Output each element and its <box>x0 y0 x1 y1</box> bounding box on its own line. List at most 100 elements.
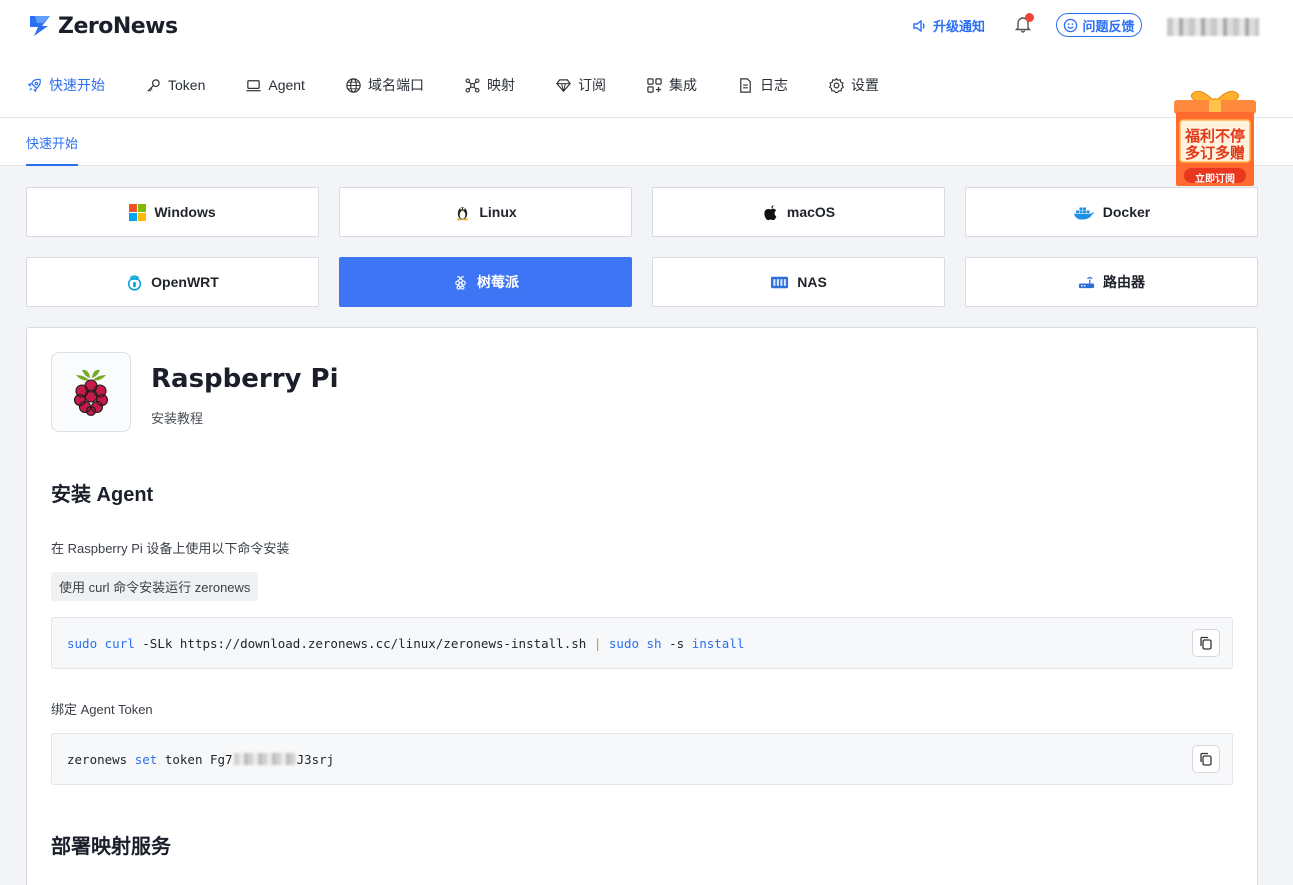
code-token: sudo <box>608 635 639 651</box>
app-logo[interactable]: ZeroNews <box>26 12 178 40</box>
nav-item-settings[interactable]: 设置 <box>828 75 879 95</box>
raspberry-icon <box>455 275 466 290</box>
platform-macos-button[interactable]: macOS <box>652 187 945 237</box>
platform-raspberry-pi-button[interactable]: 树莓派 <box>339 257 632 307</box>
app-name: ZeroNews <box>58 13 178 39</box>
top-header: ZeroNews 升级通知 问题反馈 快速开始 Token Agent 域名端口… <box>0 0 1293 118</box>
apple-icon <box>764 204 777 220</box>
platform-linux-button[interactable]: Linux <box>339 187 632 237</box>
raspberry-pi-logo-icon <box>73 369 109 417</box>
install-command-block: sudo curl -SLk https://download.zeronews… <box>51 617 1233 669</box>
copy-token-command-button[interactable] <box>1192 745 1220 773</box>
platform-label: Windows <box>154 204 216 220</box>
install-method-tag: 使用 curl 命令安装运行 zeronews <box>51 572 259 601</box>
nav-item-token[interactable]: Token <box>145 77 205 94</box>
sub-tab-bar: 快速开始 <box>0 118 1293 166</box>
windows-icon <box>129 203 147 221</box>
upgrade-label: 升级通知 <box>933 19 986 34</box>
copy-install-command-button[interactable] <box>1192 629 1220 657</box>
platform-router-button[interactable]: 路由器 <box>965 257 1258 307</box>
platform-label: NAS <box>797 274 827 290</box>
nav-label: Agent <box>268 77 305 93</box>
tux-icon <box>457 206 469 220</box>
nav-label: 快速开始 <box>49 77 105 93</box>
main-nav: 快速开始 Token Agent 域名端口 映射 订阅 集成 日志 设置 <box>26 74 919 96</box>
smile-icon <box>1064 18 1078 32</box>
platform-label: macOS <box>786 204 836 220</box>
nav-item-mapping[interactable]: 映射 <box>464 75 515 95</box>
nav-item-quickstart[interactable]: 快速开始 <box>26 75 105 95</box>
nav-label: 设置 <box>850 77 879 93</box>
platform-label: OpenWRT <box>151 274 219 290</box>
page-title: Raspberry Pi <box>151 364 339 394</box>
platform-label: Docker <box>1102 204 1151 220</box>
promo-cta[interactable]: 立即订阅 <box>1184 170 1246 185</box>
globe-icon <box>346 77 361 93</box>
gear-icon <box>828 77 845 93</box>
nav-item-domain-port[interactable]: 域名端口 <box>345 75 424 95</box>
apps-icon <box>647 77 662 93</box>
diamond-icon <box>556 78 571 92</box>
copy-icon <box>1200 752 1212 766</box>
code-token: sh <box>646 635 662 651</box>
router-icon <box>1078 276 1095 288</box>
platform-label: Linux <box>479 204 517 220</box>
code-token: curl <box>104 635 135 651</box>
feedback-label: 问题反馈 <box>1082 18 1135 34</box>
key-icon <box>147 78 160 92</box>
network-icon <box>465 78 480 92</box>
nav-label: 日志 <box>759 77 788 93</box>
docker-icon <box>1073 207 1094 219</box>
nas-icon <box>771 276 789 288</box>
install-guide-card: Raspberry Pi 安装教程 安装 Agent 在 Raspberry P… <box>26 327 1258 885</box>
tab-quickstart[interactable]: 快速开始 <box>26 118 79 166</box>
token-command-block: zeronews set token Fg7 J3srj <box>51 733 1233 785</box>
copy-icon <box>1200 636 1212 650</box>
nav-label: 订阅 <box>577 77 606 93</box>
nav-item-integration[interactable]: 集成 <box>646 75 697 95</box>
platform-label: 树莓派 <box>477 274 519 290</box>
platform-windows-button[interactable]: Windows <box>26 187 319 237</box>
platform-openwrt-button[interactable]: OpenWRT <box>26 257 319 307</box>
code-token: -SLk https://download.zeronews.cc/linux/… <box>134 635 594 651</box>
nav-item-agent[interactable]: Agent <box>245 77 305 94</box>
notification-dot <box>1025 13 1034 22</box>
rocket-icon <box>27 78 41 92</box>
zeronews-logo-icon <box>30 16 50 36</box>
feedback-button[interactable]: 问题反馈 <box>1056 13 1142 37</box>
nav-item-logs[interactable]: 日志 <box>737 75 788 95</box>
laptop-icon <box>246 79 261 91</box>
user-name-redacted[interactable] <box>1167 18 1259 36</box>
speaker-icon <box>913 19 925 32</box>
promo-gift-badge[interactable]: 福利不停 多订多赠 立即订阅 <box>1170 84 1260 188</box>
section-deploy-mapping-title: 部署映射服务 <box>51 836 171 858</box>
openwrt-icon <box>128 274 142 291</box>
code-token: set <box>134 751 158 767</box>
platform-nas-button[interactable]: NAS <box>652 257 945 307</box>
code-token: J3srj <box>296 751 335 767</box>
nav-label: 映射 <box>486 77 515 93</box>
nav-item-subscription[interactable]: 订阅 <box>555 75 606 95</box>
promo-line2: 多订多赠 <box>1184 145 1245 162</box>
section-install-agent-title: 安装 Agent <box>51 484 154 506</box>
platform-label: 路由器 <box>1103 274 1145 290</box>
code-token: token Fg7 <box>157 751 233 767</box>
code-token: | <box>593 635 602 651</box>
document-icon <box>740 77 751 93</box>
token-redacted <box>233 753 296 765</box>
nav-label: 集成 <box>668 77 697 93</box>
page-subtitle: 安装教程 <box>151 411 204 426</box>
upgrade-notice-link[interactable]: 升级通知 <box>912 16 985 35</box>
code-token: sudo <box>67 635 98 651</box>
nav-label: Token <box>168 77 206 93</box>
bind-token-label: 绑定 Agent Token <box>51 702 153 717</box>
platform-docker-button[interactable]: Docker <box>965 187 1258 237</box>
code-token: -s <box>661 635 692 651</box>
nav-label: 域名端口 <box>367 77 424 93</box>
code-token: install <box>691 635 745 651</box>
install-description: 在 Raspberry Pi 设备上使用以下命令安装 <box>51 541 290 556</box>
raspberry-pi-logo <box>51 352 131 432</box>
